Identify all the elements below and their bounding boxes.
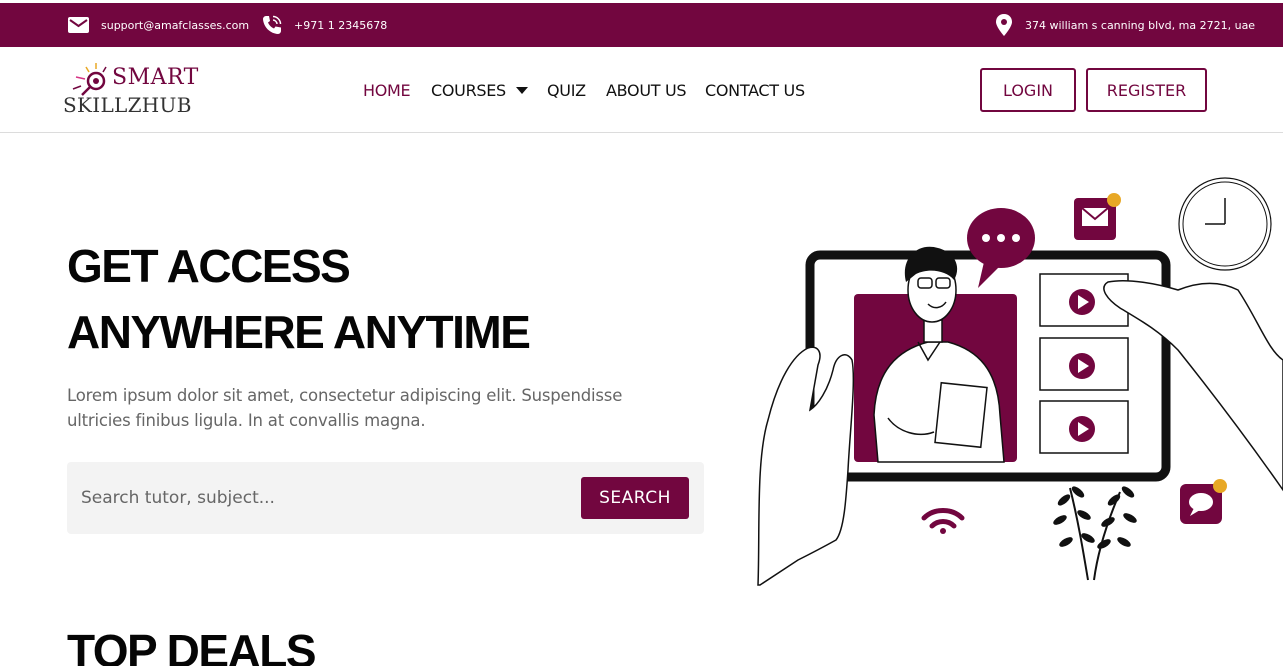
nav-contact[interactable]: CONTACT US — [705, 47, 805, 133]
site-logo[interactable]: SMART SKILLZHUB — [62, 59, 212, 121]
register-button[interactable]: REGISTER — [1086, 68, 1207, 112]
main-header: SMART SKILLZHUB HOME COURSES QUIZ ABOUT … — [0, 47, 1283, 133]
nav-home[interactable]: HOME — [363, 47, 411, 133]
search-bar: SEARCH — [67, 462, 704, 534]
logo-text-line1: SMART — [112, 65, 199, 90]
logo-text-line2: SKILLZHUB — [63, 93, 192, 117]
clock-icon — [1178, 177, 1272, 271]
nav-about[interactable]: ABOUT US — [606, 47, 687, 133]
video-thumbnail-2 — [1039, 337, 1129, 391]
hero-description: Lorem ipsum dolor sit amet, consectetur … — [67, 386, 623, 430]
topbar-email-text: support@amafclasses.com — [101, 18, 250, 32]
video-thumbnail-3 — [1039, 400, 1129, 454]
topbar-phone[interactable]: +971 1 2345678 — [262, 3, 387, 47]
nav-about-link[interactable]: ABOUT US — [606, 81, 687, 100]
nav-home-link[interactable]: HOME — [363, 81, 411, 100]
hero-title-line1: GET ACCESS — [67, 240, 351, 292]
location-pin-icon — [996, 14, 1012, 36]
nav-courses-link[interactable]: COURSES — [431, 81, 506, 100]
chevron-down-icon[interactable] — [515, 86, 528, 94]
left-hand-illustration — [757, 346, 855, 586]
nav-quiz-link[interactable]: QUIZ — [547, 81, 586, 100]
nav-courses[interactable]: COURSES — [431, 47, 528, 133]
topbar-address: 374 william s canning blvd, ma 2721, uae — [995, 3, 1255, 47]
nav-quiz[interactable]: QUIZ — [547, 47, 586, 133]
search-input[interactable] — [81, 480, 561, 516]
search-button[interactable]: SEARCH — [581, 477, 689, 519]
plant-icon — [1053, 486, 1137, 581]
mail-icon — [68, 17, 89, 33]
phone-icon — [263, 15, 282, 34]
login-button[interactable]: LOGIN — [980, 68, 1076, 112]
topbar-phone-text: +971 1 2345678 — [294, 18, 388, 32]
top-contact-bar: support@amafclasses.com +971 1 2345678 3… — [0, 3, 1283, 47]
hero-illustration — [757, 177, 1283, 586]
wifi-icon — [921, 508, 965, 534]
topbar-address-text: 374 william s canning blvd, ma 2721, uae — [1025, 18, 1256, 32]
envelope-icon — [1074, 193, 1121, 240]
top-deals-heading: TOP DEALS — [67, 625, 317, 666]
hero-title-line2: ANYWHERE ANYTIME — [67, 306, 531, 358]
message-icon — [1180, 479, 1227, 524]
topbar-email[interactable]: support@amafclasses.com — [68, 3, 249, 47]
nav-contact-link[interactable]: CONTACT US — [705, 81, 805, 100]
